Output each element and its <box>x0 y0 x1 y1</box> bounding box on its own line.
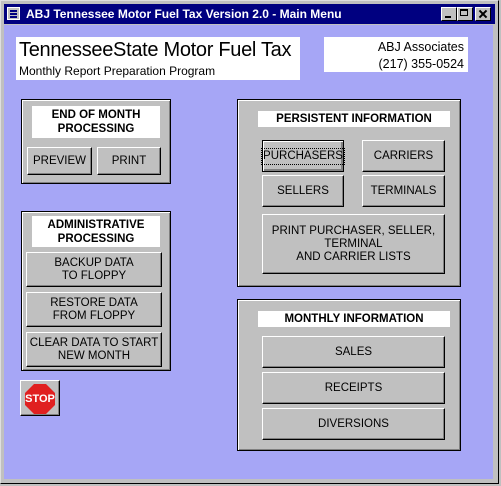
sales-button[interactable]: SALES <box>262 336 445 368</box>
stop-button[interactable]: STOP <box>20 380 60 416</box>
clear-data-button[interactable]: CLEAR DATA TO START NEW MONTH <box>26 332 162 367</box>
monthly-information-title: MONTHLY INFORMATION <box>258 311 450 327</box>
end-of-month-title: END OF MONTH PROCESSING <box>32 106 160 138</box>
minimize-button[interactable] <box>441 7 457 21</box>
app-subtitle: Monthly Report Preparation Program <box>19 64 216 78</box>
print-lists-button[interactable]: PRINT PURCHASER, SELLER, TERMINAL AND CA… <box>262 214 445 274</box>
app-title: TennesseeState Motor Fuel Tax <box>19 39 292 61</box>
form-icon[interactable] <box>7 7 20 20</box>
persistent-information-panel: PERSISTENT INFORMATION PURCHASERS CARRIE… <box>237 99 461 287</box>
terminals-button[interactable]: TERMINALS <box>362 175 445 207</box>
company-name: ABJ Associates <box>377 40 464 54</box>
end-of-month-panel: END OF MONTH PROCESSING PREVIEW PRINT <box>21 99 171 184</box>
title-bar[interactable]: ABJ Tennessee Motor Fuel Tax Version 2.0… <box>4 4 495 24</box>
window-title: ABJ Tennessee Motor Fuel Tax Version 2.0… <box>26 7 342 21</box>
purchasers-button[interactable]: PURCHASERS <box>261 140 345 172</box>
persistent-information-title: PERSISTENT INFORMATION <box>258 111 450 127</box>
sellers-button[interactable]: SELLERS <box>262 175 344 207</box>
purchasers-label: PURCHASERS <box>261 147 345 165</box>
administrative-panel: ADMINISTRATIVE PROCESSING BACKUP DATA TO… <box>21 211 171 371</box>
monthly-information-panel: MONTHLY INFORMATION SALES RECEIPTS DIVER… <box>237 299 461 451</box>
backup-data-button[interactable]: BACKUP DATA TO FLOPPY <box>26 252 162 287</box>
print-button[interactable]: PRINT <box>97 147 161 175</box>
carriers-button[interactable]: CARRIERS <box>362 140 445 172</box>
maximize-button[interactable] <box>457 7 473 21</box>
company-info: ABJ Associates (217) 355-0524 <box>324 37 468 72</box>
company-phone: (217) 355-0524 <box>378 57 464 71</box>
diversions-button[interactable]: DIVERSIONS <box>262 408 445 440</box>
stop-sign-icon: STOP <box>25 384 55 414</box>
restore-data-button[interactable]: RESTORE DATA FROM FLOPPY <box>26 292 162 327</box>
receipts-button[interactable]: RECEIPTS <box>262 372 445 404</box>
app-header: TennesseeState Motor Fuel Tax Monthly Re… <box>16 37 300 80</box>
close-button[interactable] <box>475 7 491 21</box>
administrative-title: ADMINISTRATIVE PROCESSING <box>32 216 160 247</box>
preview-button[interactable]: PREVIEW <box>27 147 92 175</box>
